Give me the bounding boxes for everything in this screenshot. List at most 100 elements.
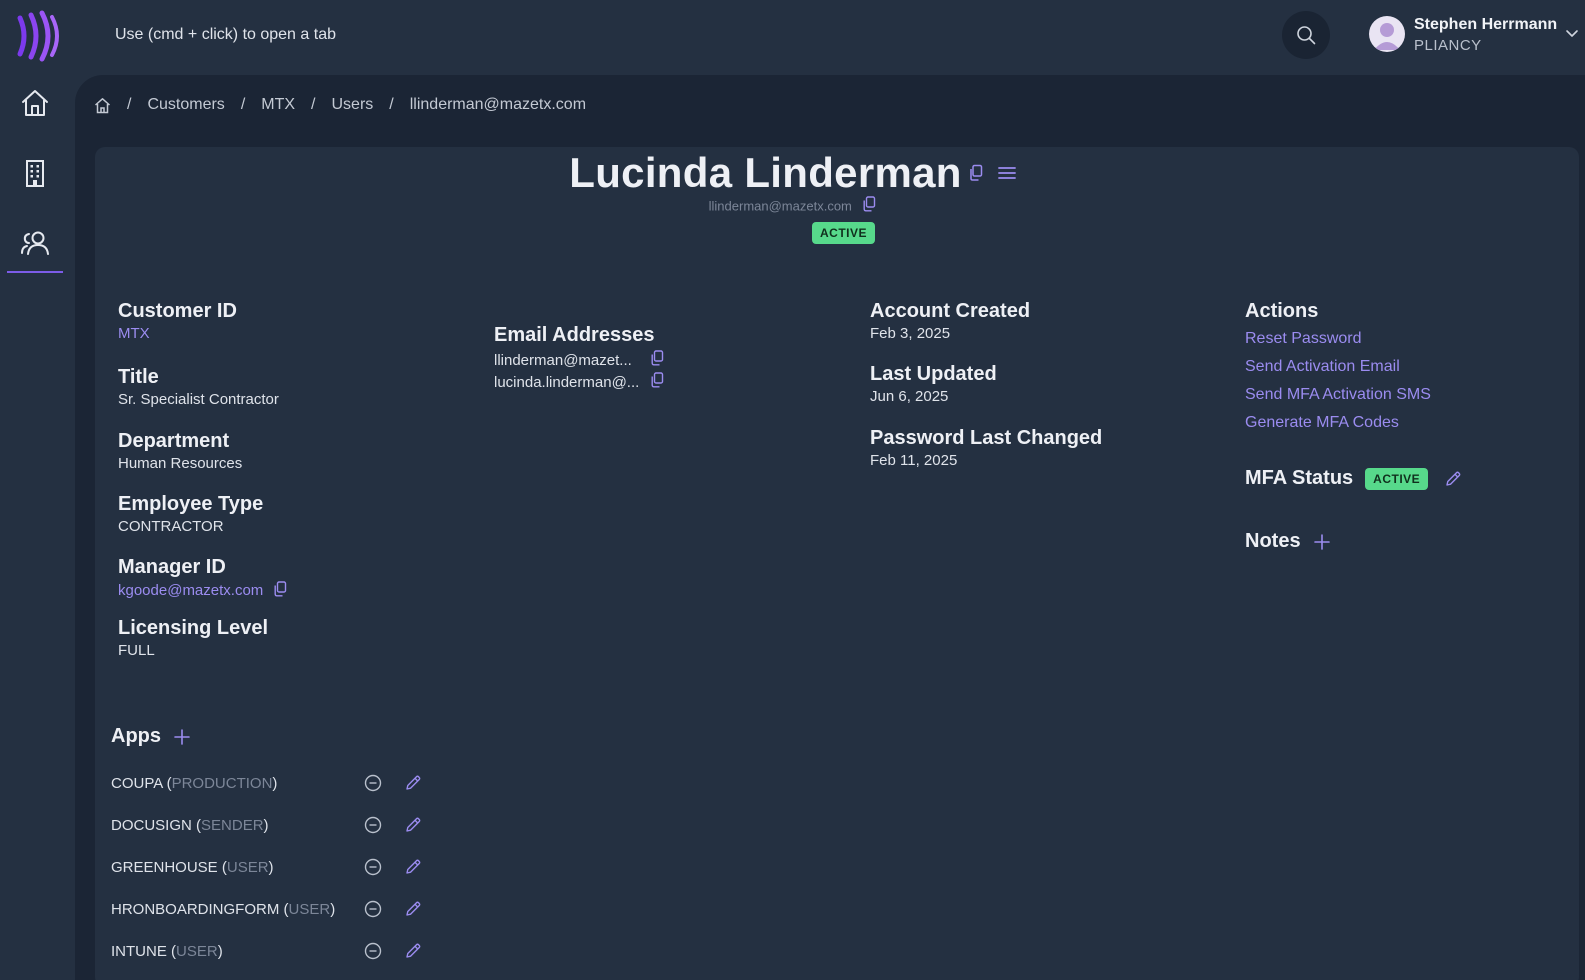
employee-type-value: CONTRACTOR	[118, 518, 224, 535]
breadcrumb: / Customers / MTX / Users / llinderman@m…	[94, 96, 586, 114]
breadcrumb-separator: /	[389, 96, 394, 113]
edit-app-button[interactable]	[401, 855, 425, 879]
copy-icon[interactable]	[968, 164, 984, 182]
edit-app-button[interactable]	[401, 813, 425, 837]
user-header: Lucinda Linderman	[0, 149, 1585, 197]
search-icon	[1297, 26, 1316, 45]
email-addresses-field: Email Addresses llinderman@mazet... luci…	[494, 324, 664, 393]
logo-icon[interactable]	[14, 10, 62, 62]
department-value: Human Resources	[118, 455, 243, 472]
breadcrumb-mtx[interactable]: MTX	[261, 96, 295, 114]
user-email: llinderman@mazetx.com	[708, 198, 852, 214]
pencil-icon	[406, 943, 421, 958]
home-icon[interactable]	[94, 97, 111, 114]
account-created-field: Account Created Feb 3, 2025	[870, 300, 1030, 342]
minus-circle-icon	[364, 942, 382, 960]
breadcrumb-separator: /	[127, 96, 132, 113]
email-addresses-label: Email Addresses	[494, 324, 655, 346]
apps-label: Apps	[111, 725, 161, 747]
list-item: HRONBOARDINGFORM (USER)	[111, 888, 441, 930]
last-updated-label: Last Updated	[870, 363, 997, 385]
copy-icon[interactable]	[650, 372, 664, 392]
mfa-status-badge: ACTIVE	[1365, 467, 1429, 490]
pencil-icon	[1446, 471, 1461, 486]
reset-password-link[interactable]: Reset Password	[1245, 325, 1431, 353]
manager-id-field: Manager ID kgoode@mazetx.com	[118, 556, 287, 601]
customer-id-label: Customer ID	[118, 300, 237, 322]
home-icon	[22, 90, 48, 116]
notes-field: Notes	[1245, 530, 1331, 553]
plus-icon	[174, 728, 190, 745]
remove-app-button[interactable]	[361, 855, 385, 879]
pencil-icon	[406, 859, 421, 874]
edit-mfa-button[interactable]	[1444, 470, 1462, 488]
pencil-icon	[406, 775, 421, 790]
licensing-level-label: Licensing Level	[118, 617, 269, 639]
generate-mfa-codes-link[interactable]: Generate MFA Codes	[1245, 409, 1431, 437]
account-created-label: Account Created	[870, 300, 1031, 322]
minus-circle-icon	[364, 774, 382, 792]
manager-id-link[interactable]: kgoode@mazetx.com	[118, 582, 263, 599]
app-environment: PRODUCTION	[171, 774, 273, 792]
employee-type-field: Employee Type CONTRACTOR	[118, 493, 263, 535]
open-tab-hint: Use (cmd + click) to open a tab	[115, 26, 336, 43]
title-value: Sr. Specialist Contractor	[118, 391, 279, 408]
remove-app-button[interactable]	[361, 939, 385, 963]
breadcrumb-users[interactable]: Users	[332, 96, 374, 114]
send-mfa-activation-sms-link[interactable]: Send MFA Activation SMS	[1245, 381, 1431, 409]
app-name: HRONBOARDINGFORM	[111, 900, 280, 918]
menu-icon[interactable]	[997, 165, 1016, 181]
user-org: PLIANCY	[1414, 37, 1482, 54]
mfa-status-label: MFA Status	[1245, 467, 1354, 489]
minus-circle-icon	[364, 816, 382, 834]
account-created-value: Feb 3, 2025	[870, 325, 951, 342]
pencil-icon	[406, 817, 421, 832]
copy-icon[interactable]	[273, 581, 287, 601]
active-nav-indicator	[7, 271, 63, 273]
sidebar-item-home[interactable]	[7, 75, 63, 131]
last-updated-field: Last Updated Jun 6, 2025	[870, 363, 997, 405]
breadcrumb-current-user: llinderman@mazetx.com	[409, 96, 587, 113]
status-badge: ACTIVE	[812, 222, 876, 244]
app-name: GREENHOUSE	[111, 858, 218, 876]
user-subtitle: llinderman@mazetx.com	[0, 196, 1585, 217]
password-last-changed-label: Password Last Changed	[870, 427, 1103, 449]
breadcrumb-customers[interactable]: Customers	[147, 96, 224, 114]
notes-label: Notes	[1245, 530, 1301, 552]
remove-app-button[interactable]	[361, 813, 385, 837]
licensing-level-field: Licensing Level FULL	[118, 617, 268, 659]
pencil-icon	[406, 901, 421, 916]
list-item: COUPA (PRODUCTION)	[111, 762, 441, 804]
copy-icon[interactable]	[650, 350, 664, 370]
last-updated-value: Jun 6, 2025	[870, 388, 949, 405]
copy-icon[interactable]	[862, 196, 876, 217]
email-address: llinderman@mazet...	[494, 351, 632, 369]
breadcrumb-separator: /	[311, 96, 316, 113]
add-note-button[interactable]	[1313, 533, 1331, 551]
edit-app-button[interactable]	[401, 771, 425, 795]
department-label: Department	[118, 430, 230, 452]
mfa-status-field: MFA Status ACTIVE	[1245, 467, 1462, 490]
add-app-button[interactable]	[173, 728, 191, 746]
apps-header: Apps	[111, 725, 191, 748]
app-environment: USER	[176, 942, 218, 960]
remove-app-button[interactable]	[361, 771, 385, 795]
email-address: lucinda.linderman@...	[494, 373, 640, 391]
search-button[interactable]	[1282, 11, 1330, 59]
edit-app-button[interactable]	[401, 897, 425, 921]
customer-id-link[interactable]: MTX	[118, 325, 237, 342]
users-icon	[21, 231, 49, 255]
department-field: Department Human Resources	[118, 430, 242, 472]
edit-app-button[interactable]	[401, 939, 425, 963]
sidebar-item-users[interactable]	[7, 215, 63, 271]
customer-id-field: Customer ID MTX	[118, 300, 237, 342]
user-menu[interactable]: Stephen Herrmann PLIANCY	[1369, 14, 1579, 60]
chevron-down-icon[interactable]	[1565, 26, 1579, 40]
list-item: llinderman@mazet...	[494, 349, 664, 371]
list-item: INTUNE (USER)	[111, 930, 441, 972]
remove-app-button[interactable]	[361, 897, 385, 921]
title-label: Title	[118, 366, 159, 388]
password-last-changed-value: Feb 11, 2025	[870, 452, 958, 469]
app-environment: SENDER	[201, 816, 264, 834]
send-activation-email-link[interactable]: Send Activation Email	[1245, 353, 1431, 381]
